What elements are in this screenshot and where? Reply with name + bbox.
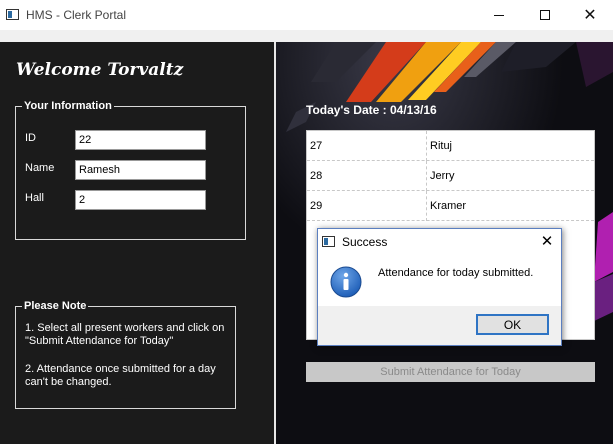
hall-field[interactable] [75, 190, 206, 210]
please-note-group: Please Note [15, 300, 236, 409]
table-row[interactable]: 27 Rituj [307, 131, 594, 161]
dialog-close-button[interactable]: ✕ [536, 231, 558, 253]
menu-strip [0, 30, 613, 42]
column-separator [426, 131, 427, 161]
id-field[interactable] [75, 130, 206, 150]
dialog-window-icon [322, 236, 335, 247]
minimize-icon [494, 14, 504, 16]
worker-name-cell: Rituj [430, 140, 453, 152]
ok-button[interactable]: OK [476, 314, 549, 335]
maximize-icon [540, 10, 550, 20]
worker-id-cell: 27 [310, 140, 323, 152]
column-separator [426, 161, 427, 191]
your-information-legend: Your Information [24, 100, 112, 112]
id-label: ID [25, 132, 36, 144]
title-bar: HMS - Clerk Portal ✕ [0, 0, 613, 30]
close-icon: ✕ [540, 233, 554, 250]
dialog-title-bar: Success ✕ [318, 229, 561, 255]
worker-name-cell: Kramer [430, 200, 467, 212]
please-note-legend: Please Note [24, 300, 87, 312]
close-icon: ✕ [583, 7, 597, 24]
close-button[interactable]: ✕ [567, 0, 613, 30]
column-separator [426, 191, 427, 221]
hall-label: Hall [25, 192, 44, 204]
table-row[interactable]: 29 Kramer [307, 191, 594, 221]
dialog-title: Success [342, 235, 388, 249]
information-icon [330, 266, 362, 298]
dialog-footer: OK [318, 306, 561, 345]
todays-date-label: Today's Date : 04/13/16 [306, 103, 437, 117]
success-dialog: Success ✕ Attendance for today submitted… [317, 228, 562, 346]
name-label: Name [25, 162, 55, 174]
note-line-1: 1. Select all present workers and click … [25, 322, 225, 347]
submit-attendance-button[interactable]: Submit Attendance for Today [306, 362, 595, 382]
name-field[interactable] [75, 160, 206, 180]
maximize-button[interactable] [522, 0, 568, 30]
worker-id-cell: 28 [310, 170, 323, 182]
worker-id-cell: 29 [310, 200, 323, 212]
minimize-button[interactable] [476, 0, 522, 30]
dialog-message: Attendance for today submitted. [378, 267, 534, 279]
note-line-2: 2. Attendance once submitted for a day c… [25, 363, 216, 388]
welcome-heading: Welcome Torvaltz [16, 60, 184, 80]
window-title: HMS - Clerk Portal [26, 8, 127, 22]
table-row[interactable]: 28 Jerry [307, 161, 594, 191]
worker-name-cell: Jerry [430, 170, 455, 182]
app-window-icon [6, 9, 19, 20]
